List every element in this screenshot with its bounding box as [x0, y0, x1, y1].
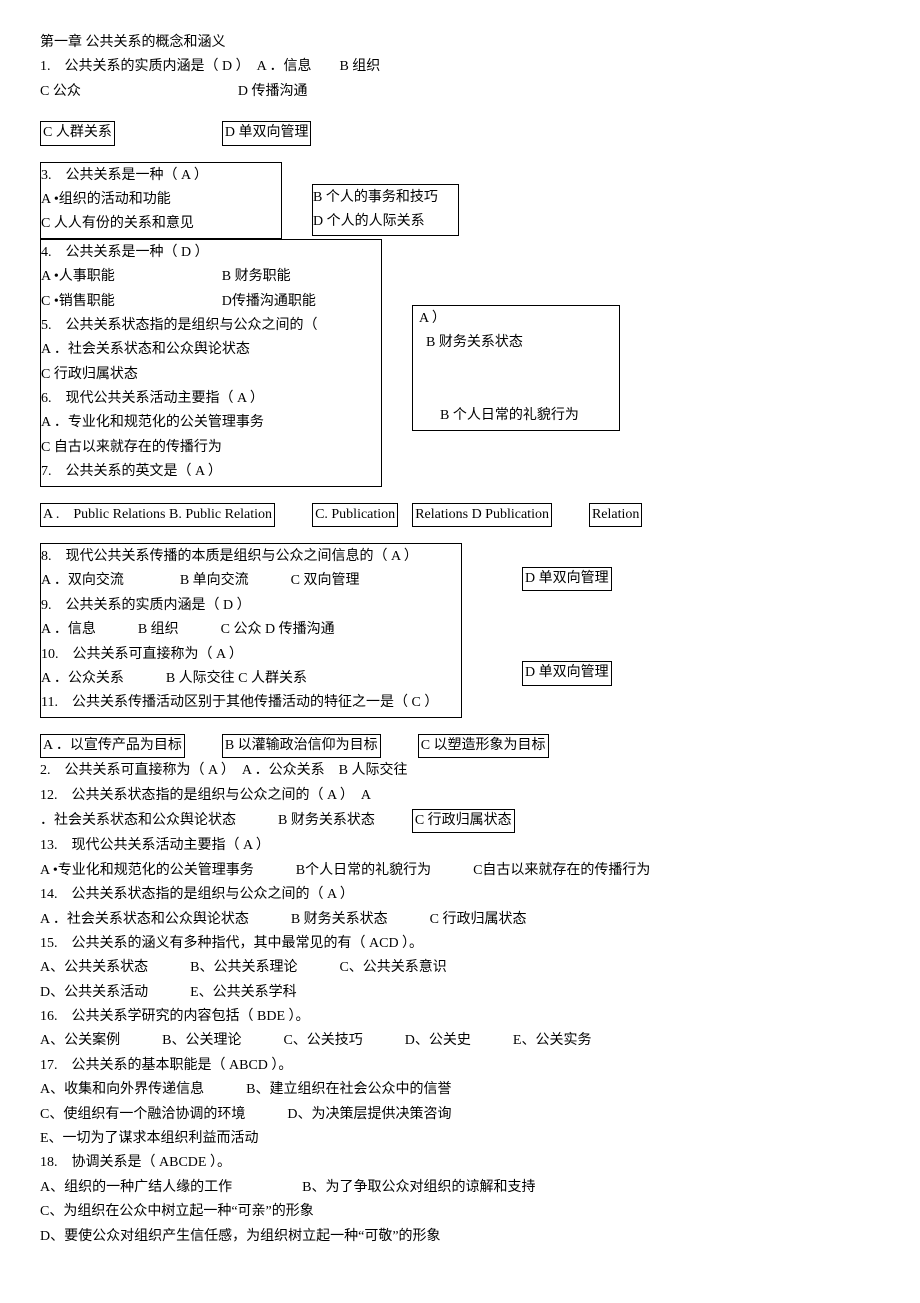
- q7-options: A . Public Relations B. Public Relation …: [40, 503, 880, 527]
- q8-d: D 单双向管理: [522, 567, 612, 591]
- q6-a: A ．专业化和规范化的公关管理事务: [41, 412, 381, 434]
- q5-a-end: A ）: [419, 308, 619, 330]
- row-cd: C 人群关系 D 单双向管理: [40, 121, 880, 145]
- q4-stem: 4. 公共关系是一种（ D ）: [41, 242, 381, 264]
- q6-c: C 自古以来就存在的传播行为: [41, 437, 381, 459]
- q15-row1: A、公共关系状态 B、公共关系理论 C、公共关系意识: [40, 957, 880, 979]
- q10-row: A ．公众关系 B 人际交往 C 人群关系: [41, 668, 461, 690]
- q15-row2: D、公共关系活动 E、公共关系学科: [40, 982, 880, 1004]
- q18-row2: C、为组织在公众中树立起一种“可亲”的形象: [40, 1201, 880, 1223]
- q3-b: B 个人的事务和技巧: [313, 187, 458, 209]
- q17-row3: E、一切为了谋求本组织利益而活动: [40, 1128, 880, 1150]
- q14-stem: 14. 公共关系状态指的是组织与公众之间的（ A ）: [40, 884, 880, 906]
- q4-row2: C •销售职能 D传播沟通职能: [41, 291, 381, 313]
- q8-stem: 8. 现代公共关系传播的本质是组织与公众之间信息的（ A ）: [41, 546, 461, 568]
- q7-rd: Relations D Publication: [412, 503, 552, 527]
- q6-stem: 6. 现代公共关系活动主要指（ A ）: [41, 388, 381, 410]
- q18-stem: 18. 协调关系是（ ABCDE ）。: [40, 1152, 880, 1174]
- opt-c: C 人群关系: [40, 121, 115, 145]
- q7-r: Relation: [589, 503, 642, 527]
- q1-stem: 1. 公共关系的实质内涵是（ D ） A ．信息 B 组织: [40, 56, 880, 78]
- q4-c: C •销售职能: [41, 294, 115, 309]
- q7-ab: A . Public Relations B. Public Relation: [40, 503, 275, 527]
- q17-stem: 17. 公共关系的基本职能是（ ABCD ）。: [40, 1055, 880, 1077]
- q11-options: A ．以宣传产品为目标 B 以灌输政治信仰为目标 C 以塑造形象为目标: [40, 734, 880, 758]
- q5-stem: 5. 公共关系状态指的是组织与公众之间的（: [41, 315, 381, 337]
- q15-stem: 15. 公共关系的涵义有多种指代，其中最常见的有（ ACD ）。: [40, 933, 880, 955]
- q5-a: A ．社会关系状态和公众舆论状态: [41, 339, 381, 361]
- q10-d: D 单双向管理: [522, 661, 612, 685]
- q11-stem: 11. 公共关系传播活动区别于其他传播活动的特征之一是（ C ）: [41, 692, 461, 714]
- q16-stem: 16. 公共关系学研究的内容包括（ BDE ）。: [40, 1006, 880, 1028]
- q10-stem: 10. 公共关系可直接称为（ A ）: [41, 644, 461, 666]
- q4-b: B 财务职能: [222, 269, 291, 284]
- q17-row2: C、使组织有一个融洽协调的环境 D、为决策层提供决策咨询: [40, 1104, 880, 1126]
- q13-row: A •专业化和规范化的公关管理事务 B个人日常的礼貌行为 C自古以来就存在的传播…: [40, 860, 880, 882]
- q4-row1: A •人事职能 B 财务职能: [41, 266, 381, 288]
- q2b: 2. 公共关系可直接称为（ A ） A ．公众关系 B 人际交往: [40, 760, 880, 782]
- q4-7-block: 4. 公共关系是一种（ D ） A •人事职能 B 财务职能 C •销售职能 D…: [40, 239, 880, 487]
- q9-stem: 9. 公共关系的实质内涵是（ D ）: [41, 595, 461, 617]
- q11-a: A ．以宣传产品为目标: [40, 734, 185, 758]
- q17-row1: A、收集和向外界传递信息 B、建立组织在社会公众中的信誉: [40, 1079, 880, 1101]
- q4-d: D传播沟通职能: [222, 294, 316, 309]
- q5-b: B 财务关系状态: [419, 332, 619, 354]
- q3-stem: 3. 公共关系是一种（ A ）: [41, 165, 281, 187]
- q8-11-block: 8. 现代公共关系传播的本质是组织与公众之间信息的（ A ） A ．双向交流 B…: [40, 543, 880, 718]
- q8-row: A ．双向交流 B 单向交流 C 双向管理: [41, 570, 461, 592]
- q3-c: C 人人有份的关系和意见: [41, 213, 281, 235]
- q9-row: A ．信息 B 组织 C 公众 D 传播沟通: [41, 619, 461, 641]
- q16-row: A、公关案例 B、公关理论 C、公关技巧 D、公关史 E、公关实务: [40, 1030, 880, 1052]
- q12-ab: ．社会关系状态和公众舆论状态 B 财务关系状态: [40, 813, 375, 828]
- q5-c: C 行政归属状态: [41, 364, 381, 386]
- q13-stem: 13. 现代公共关系活动主要指（ A ）: [40, 835, 880, 857]
- q18-row3: D、要使公众对组织产生信任感，为组织树立起一种“可敬”的形象: [40, 1226, 880, 1248]
- q1-d: D 传播沟通: [238, 84, 308, 99]
- q12-row: ．社会关系状态和公众舆论状态 B 财务关系状态 C 行政归属状态: [40, 809, 880, 833]
- q3-d: D 个人的人际关系: [313, 211, 458, 233]
- q11-c: C 以塑造形象为目标: [418, 734, 549, 758]
- q14-row: A ．社会关系状态和公众舆论状态 B 财务关系状态 C 行政归属状态: [40, 909, 880, 931]
- q3-a: A •组织的活动和功能: [41, 189, 281, 211]
- q11-b: B 以灌输政治信仰为目标: [222, 734, 381, 758]
- q7-c: C. Publication: [312, 503, 398, 527]
- q18-row1: A、组织的一种广结人缘的工作 B、为了争取公众对组织的谅解和支持: [40, 1177, 880, 1199]
- q12-stem: 12. 公共关系状态指的是组织与公众之间的（ A ） A: [40, 785, 880, 807]
- q1-row2: C 公众 D 传播沟通: [40, 81, 880, 103]
- chapter-title: 第一章 公共关系的概念和涵义: [40, 32, 880, 54]
- q12-c: C 行政归属状态: [412, 809, 515, 833]
- q4-a: A •人事职能: [41, 269, 115, 284]
- opt-d: D 单双向管理: [222, 121, 312, 145]
- q7-stem: 7. 公共关系的英文是（ A ）: [41, 461, 381, 483]
- q3-block: 3. 公共关系是一种（ A ） A •组织的活动和功能 C 人人有份的关系和意见…: [40, 162, 880, 239]
- q1-c: C 公众: [40, 84, 81, 99]
- q6-b: B 个人日常的礼貌行为: [419, 405, 619, 427]
